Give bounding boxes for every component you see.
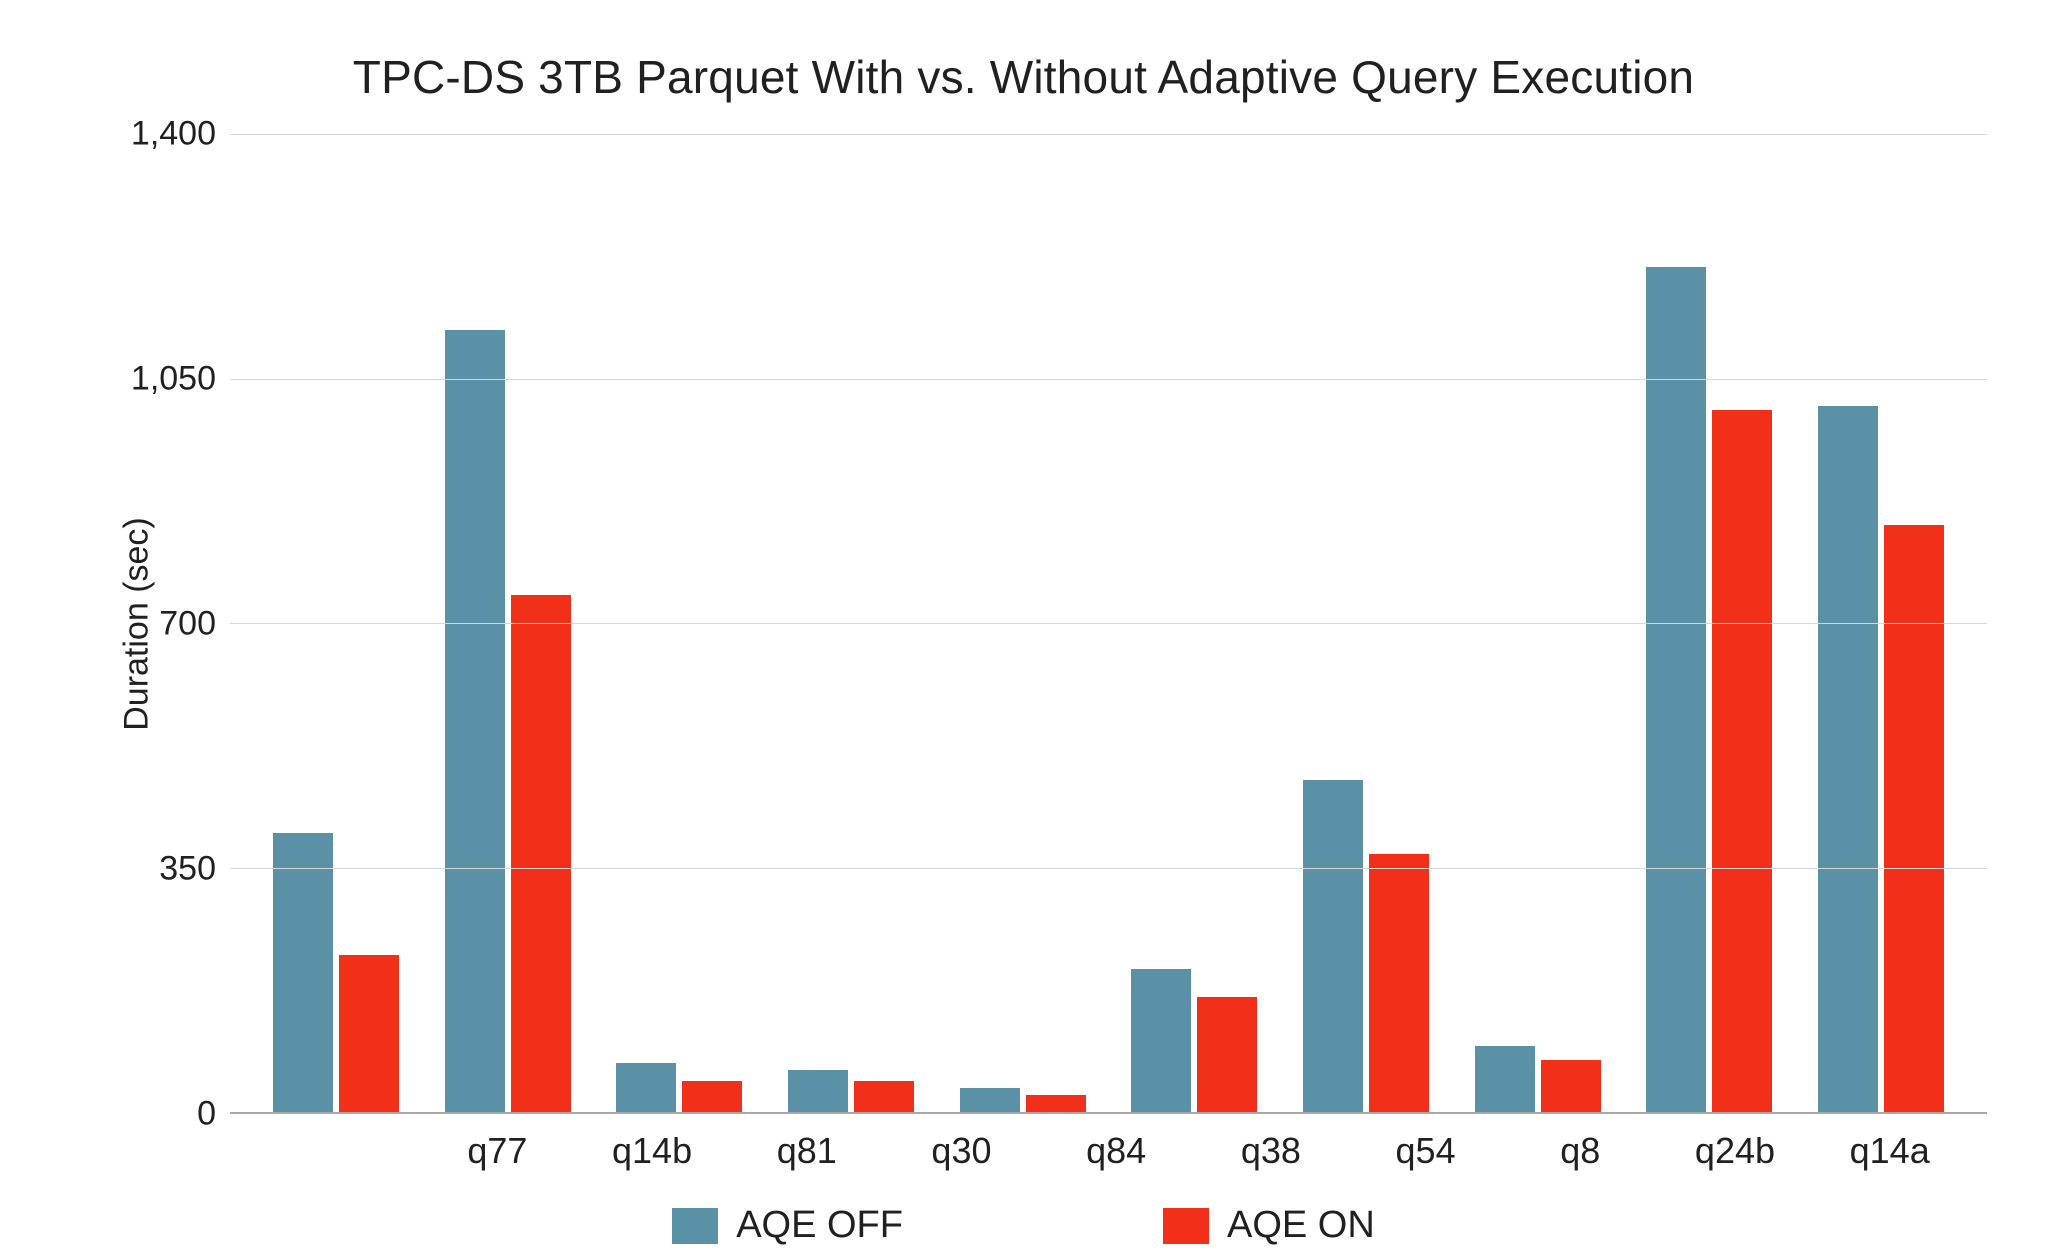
bar-aqe-off bbox=[1818, 406, 1878, 1112]
y-axis-ticks: 03507001,0501,400 bbox=[110, 134, 230, 1114]
gridline bbox=[230, 134, 1987, 135]
x-tick-label: q30 bbox=[884, 1112, 1039, 1172]
bar-aqe-off bbox=[616, 1063, 676, 1112]
y-tick-label: 0 bbox=[106, 1095, 216, 1134]
plot-area: q77q14bq81q30q84q38q54q8q24bq14a bbox=[230, 134, 1987, 1114]
bar-aqe-on bbox=[1369, 854, 1429, 1112]
x-tick-label: q84 bbox=[1039, 1112, 1194, 1172]
chart-title: TPC-DS 3TB Parquet With vs. Without Adap… bbox=[60, 50, 1987, 104]
legend: AQE OFF AQE ON bbox=[60, 1204, 1987, 1247]
x-tick-label: q24b bbox=[1658, 1112, 1813, 1172]
legend-swatch-aqe-on bbox=[1163, 1208, 1209, 1244]
legend-label-aqe-on: AQE ON bbox=[1227, 1204, 1375, 1247]
bar-aqe-off bbox=[1646, 267, 1706, 1112]
bar-aqe-off bbox=[1475, 1046, 1535, 1112]
x-tick-label: q14b bbox=[575, 1112, 730, 1172]
x-tick-label: q54 bbox=[1348, 1112, 1503, 1172]
y-tick-label: 350 bbox=[106, 850, 216, 889]
gridline bbox=[230, 868, 1987, 869]
legend-item-aqe-off: AQE OFF bbox=[672, 1204, 903, 1247]
bar-aqe-off bbox=[445, 330, 505, 1112]
bar-aqe-off bbox=[273, 833, 333, 1112]
y-tick-label: 700 bbox=[106, 605, 216, 644]
bar-aqe-on bbox=[1884, 525, 1944, 1112]
bar-aqe-on bbox=[1197, 997, 1257, 1112]
legend-item-aqe-on: AQE ON bbox=[1163, 1204, 1375, 1247]
bar-aqe-off bbox=[1303, 780, 1363, 1112]
y-tick-label: 1,050 bbox=[106, 360, 216, 399]
y-axis-label-wrap: Duration (sec) bbox=[60, 134, 110, 1114]
gridline bbox=[230, 623, 1987, 624]
gridline bbox=[230, 379, 1987, 380]
bar-aqe-on bbox=[1712, 410, 1772, 1112]
x-tick-label: q14a bbox=[1812, 1112, 1967, 1172]
x-tick-label: q8 bbox=[1503, 1112, 1658, 1172]
x-tick-label: q38 bbox=[1194, 1112, 1349, 1172]
bar-aqe-on bbox=[511, 595, 571, 1112]
x-axis-ticks: q77q14bq81q30q84q38q54q8q24bq14a bbox=[400, 1112, 1987, 1172]
chart-container: TPC-DS 3TB Parquet With vs. Without Adap… bbox=[0, 0, 2047, 1250]
legend-swatch-aqe-off bbox=[672, 1208, 718, 1244]
x-tick-label: q77 bbox=[420, 1112, 575, 1172]
y-tick-label: 1,400 bbox=[106, 115, 216, 154]
x-tick-label: q81 bbox=[729, 1112, 884, 1172]
bar-aqe-off bbox=[788, 1070, 848, 1112]
legend-label-aqe-off: AQE OFF bbox=[736, 1204, 903, 1247]
chart-body: Duration (sec) 03507001,0501,400 q77q14b… bbox=[60, 134, 1987, 1114]
bar-aqe-on bbox=[1541, 1060, 1601, 1112]
bar-aqe-on bbox=[682, 1081, 742, 1112]
bar-aqe-on bbox=[1026, 1095, 1086, 1112]
bar-aqe-on bbox=[339, 955, 399, 1112]
bar-aqe-off bbox=[960, 1088, 1020, 1112]
bar-aqe-on bbox=[854, 1081, 914, 1112]
bar-aqe-off bbox=[1131, 969, 1191, 1112]
